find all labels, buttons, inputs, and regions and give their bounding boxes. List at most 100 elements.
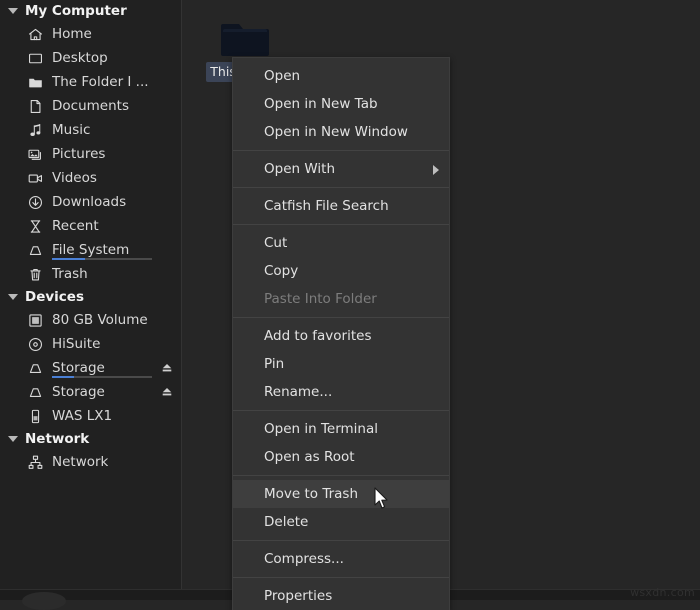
menu-item-label: Open as Root <box>264 449 355 465</box>
menu-item-label: Catfish File Search <box>264 198 389 214</box>
sidebar-item-network[interactable]: Network <box>0 450 181 474</box>
sidebar-item-label: The Folder I ... <box>52 74 149 90</box>
sidebar-group-title: Network <box>25 431 89 447</box>
disk-usage-bar <box>52 258 152 260</box>
menu-item-label: Open in Terminal <box>264 421 378 437</box>
eject-icon[interactable] <box>161 386 173 398</box>
sidebar-item-music[interactable]: Music <box>0 118 181 142</box>
sidebar-item-storage[interactable]: Storage <box>0 356 181 380</box>
drive-icon <box>26 359 44 377</box>
sidebar: My Computer Home Desktop The Folder I ... Do… <box>0 0 182 589</box>
taskbar-app-icon[interactable] <box>22 592 66 610</box>
sidebar-item-label: Pictures <box>52 146 105 162</box>
folder-icon <box>205 6 285 58</box>
context-menu[interactable]: Open Open in New Tab Open in New Window Ope… <box>232 57 450 610</box>
sidebar-item-recent[interactable]: Recent <box>0 214 181 238</box>
sidebar-group-network[interactable]: Network <box>0 428 181 450</box>
sidebar-item-storage[interactable]: Storage <box>0 380 181 404</box>
pictures-icon <box>26 145 44 163</box>
menu-item-open-in-new-window[interactable]: Open in New Window <box>233 118 449 146</box>
menu-item-properties[interactable]: Properties <box>233 582 449 610</box>
network-icon <box>26 453 44 471</box>
menu-item-label: Open With <box>264 161 335 177</box>
menu-item-label: Rename... <box>264 384 332 400</box>
menu-item-compress[interactable]: Compress... <box>233 545 449 573</box>
sidebar-item-home[interactable]: Home <box>0 22 181 46</box>
menu-separator <box>233 540 449 541</box>
sidebar-item-label: Recent <box>52 218 99 234</box>
sidebar-item-label: Storage <box>52 360 105 376</box>
sidebar-group-title: Devices <box>25 289 84 305</box>
menu-item-label: Cut <box>264 235 287 251</box>
menu-item-move-to-trash[interactable]: Move to Trash <box>233 480 449 508</box>
sidebar-item-was-lx1[interactable]: WAS LX1 <box>0 404 181 428</box>
watermark: wsxdn.com <box>630 586 695 599</box>
menu-separator <box>233 475 449 476</box>
sidebar-item-downloads[interactable]: Downloads <box>0 190 181 214</box>
eject-icon[interactable] <box>161 362 173 374</box>
menu-item-label: Paste Into Folder <box>264 291 377 307</box>
phone-icon <box>26 407 44 425</box>
menu-item-label: Open in New Tab <box>264 96 378 112</box>
sidebar-item-file-system[interactable]: File System <box>0 238 181 262</box>
sidebar-item-label: WAS LX1 <box>52 408 112 424</box>
music-note-icon <box>26 121 44 139</box>
download-icon <box>26 193 44 211</box>
menu-item-label: Properties <box>264 588 332 604</box>
menu-item-paste-into-folder: Paste Into Folder <box>233 285 449 313</box>
menu-separator <box>233 317 449 318</box>
menu-separator <box>233 150 449 151</box>
menu-item-label: Pin <box>264 356 284 372</box>
menu-item-add-to-favorites[interactable]: Add to favorites <box>233 322 449 350</box>
menu-item-open-in-new-tab[interactable]: Open in New Tab <box>233 90 449 118</box>
home-icon <box>26 25 44 43</box>
menu-item-open-as-root[interactable]: Open as Root <box>233 443 449 471</box>
sidebar-group-title: My Computer <box>25 3 127 19</box>
sidebar-item-documents[interactable]: Documents <box>0 94 181 118</box>
menu-item-label: Move to Trash <box>264 486 358 502</box>
menu-item-delete[interactable]: Delete <box>233 508 449 536</box>
menu-item-open-in-terminal[interactable]: Open in Terminal <box>233 415 449 443</box>
sidebar-item-hisuite[interactable]: HiSuite <box>0 332 181 356</box>
sidebar-group-my-computer[interactable]: My Computer <box>0 0 181 22</box>
sidebar-item-trash[interactable]: Trash <box>0 262 181 286</box>
chevron-down-icon <box>8 8 18 14</box>
menu-item-catfish-file-search[interactable]: Catfish File Search <box>233 192 449 220</box>
menu-item-label: Open <box>264 68 300 84</box>
document-icon <box>26 97 44 115</box>
sidebar-item-desktop[interactable]: Desktop <box>0 46 181 70</box>
menu-item-label: Open in New Window <box>264 124 408 140</box>
disc-icon <box>26 335 44 353</box>
sidebar-group-devices[interactable]: Devices <box>0 286 181 308</box>
menu-item-cut[interactable]: Cut <box>233 229 449 257</box>
menu-item-rename[interactable]: Rename... <box>233 378 449 406</box>
menu-item-pin[interactable]: Pin <box>233 350 449 378</box>
menu-separator <box>233 187 449 188</box>
folder-icon <box>26 73 44 91</box>
sidebar-item-label: Music <box>52 122 90 138</box>
desktop-icon <box>26 49 44 67</box>
sidebar-item-80-gb-volume[interactable]: 80 GB Volume <box>0 308 181 332</box>
menu-separator <box>233 577 449 578</box>
sidebar-item-label: HiSuite <box>52 336 100 352</box>
sidebar-item-label: File System <box>52 242 129 258</box>
sidebar-item-the-folder-i[interactable]: The Folder I ... <box>0 70 181 94</box>
drive-icon <box>26 241 44 259</box>
menu-item-open-with[interactable]: Open With <box>233 155 449 183</box>
menu-item-label: Add to favorites <box>264 328 371 344</box>
sidebar-item-label: Desktop <box>52 50 108 66</box>
menu-item-open[interactable]: Open <box>233 62 449 90</box>
chevron-down-icon <box>8 436 18 442</box>
menu-item-label: Delete <box>264 514 308 530</box>
video-camera-icon <box>26 169 44 187</box>
trash-icon <box>26 265 44 283</box>
menu-separator <box>233 410 449 411</box>
sidebar-item-label: Trash <box>52 266 88 282</box>
menu-item-copy[interactable]: Copy <box>233 257 449 285</box>
file-manager-window: My Computer Home Desktop The Folder I ... Do… <box>0 0 700 600</box>
sidebar-item-pictures[interactable]: Pictures <box>0 142 181 166</box>
chevron-down-icon <box>8 294 18 300</box>
sidebar-item-videos[interactable]: Videos <box>0 166 181 190</box>
volume-icon <box>26 311 44 329</box>
menu-separator <box>233 224 449 225</box>
